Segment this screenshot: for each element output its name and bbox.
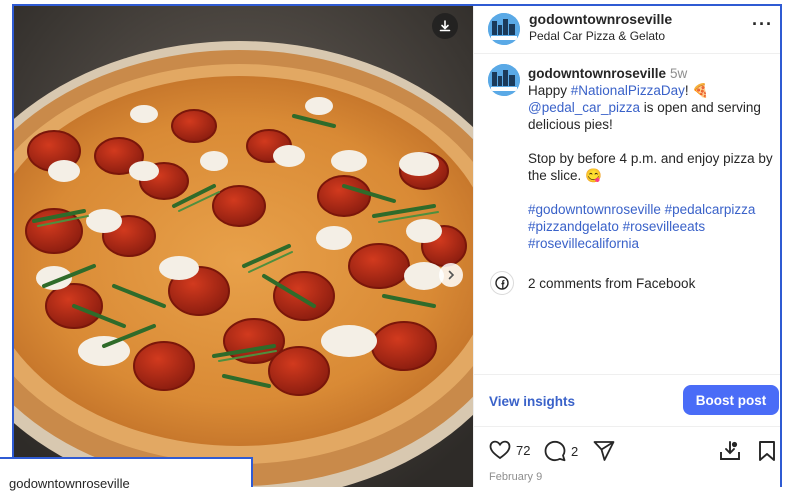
overlay-window[interactable]: godowntownroseville xyxy=(0,457,253,491)
post-details-panel: godowntownroseville Pedal Car Pizza & Ge… xyxy=(473,6,780,487)
comment-icon xyxy=(544,440,566,462)
post-date: February 9 xyxy=(489,471,543,483)
more-options-icon[interactable]: ··· xyxy=(752,14,773,35)
comment-button[interactable]: 2 xyxy=(544,440,578,462)
caption-avatar[interactable] xyxy=(488,64,520,96)
insights-download-icon xyxy=(720,441,740,460)
comment-count: 2 xyxy=(571,443,579,459)
caption-text-part: ! 🍕 xyxy=(684,83,710,98)
heart-icon xyxy=(489,440,511,460)
like-count: 72 xyxy=(516,442,531,458)
share-icon xyxy=(593,441,615,461)
brand-logo-icon xyxy=(488,64,520,96)
next-photo-button[interactable] xyxy=(439,263,463,287)
facebook-badge xyxy=(490,271,514,295)
hashtag-link[interactable]: #godowntownroseville xyxy=(528,202,661,217)
facebook-icon xyxy=(495,276,509,290)
caption-time: 5w xyxy=(670,66,688,81)
hashtag-link[interactable]: #NationalPizzaDay xyxy=(571,83,685,98)
caption-username[interactable]: godowntownroseville xyxy=(528,66,666,81)
action-bar: 72 2 xyxy=(489,440,779,464)
hashtag-link[interactable]: #pizzandgelato xyxy=(528,219,619,234)
header-location[interactable]: Pedal Car Pizza & Gelato xyxy=(529,29,665,43)
facebook-comments-label: 2 comments from Facebook xyxy=(528,275,696,291)
caption-hashtags: #godowntownroseville #pedalcarpizza #piz… xyxy=(528,201,773,252)
post-photo[interactable] xyxy=(14,6,473,487)
pizza-image xyxy=(14,6,473,487)
view-insights-link[interactable]: View insights xyxy=(489,394,575,409)
bookmark-icon xyxy=(759,441,775,461)
caption-text-part: Happy xyxy=(528,83,571,98)
boost-post-button[interactable]: Boost post xyxy=(683,385,779,415)
save-to-device-button[interactable] xyxy=(719,440,741,462)
chevron-right-icon xyxy=(448,270,455,280)
header-username[interactable]: godowntownroseville xyxy=(529,11,672,27)
download-icon xyxy=(439,20,451,32)
facebook-comments-row[interactable]: 2 comments from Facebook xyxy=(490,271,695,295)
caption-text: godowntownroseville 5w Happy #NationalPiz… xyxy=(528,65,773,252)
mention-link[interactable]: @pedal_car_pizza xyxy=(528,100,640,115)
caption-line: godowntownroseville 5w xyxy=(528,65,773,82)
post-header: godowntownroseville Pedal Car Pizza & Ge… xyxy=(474,6,780,54)
brand-logo-icon xyxy=(488,13,520,45)
bookmark-button[interactable] xyxy=(757,440,777,462)
caption-paragraph-2: Stop by before 4 p.m. and enjoy pizza by… xyxy=(528,151,773,183)
post-window: godowntownroseville Pedal Car Pizza & Ge… xyxy=(12,4,782,487)
caption-paragraph-1: Happy #NationalPizzaDay! 🍕 @pedal_car_piz… xyxy=(528,82,773,133)
overlay-title: godowntownroseville xyxy=(9,476,130,491)
hashtag-link[interactable]: #rosevillecalifornia xyxy=(528,236,639,251)
divider xyxy=(474,426,780,427)
avatar[interactable] xyxy=(488,13,520,45)
hashtag-link[interactable]: #rosevilleeats xyxy=(623,219,706,234)
hashtag-link[interactable]: #pedalcarpizza xyxy=(665,202,756,217)
download-button[interactable] xyxy=(432,13,458,39)
divider xyxy=(474,374,780,375)
like-button[interactable]: 72 xyxy=(489,440,530,460)
share-button[interactable] xyxy=(593,440,615,462)
